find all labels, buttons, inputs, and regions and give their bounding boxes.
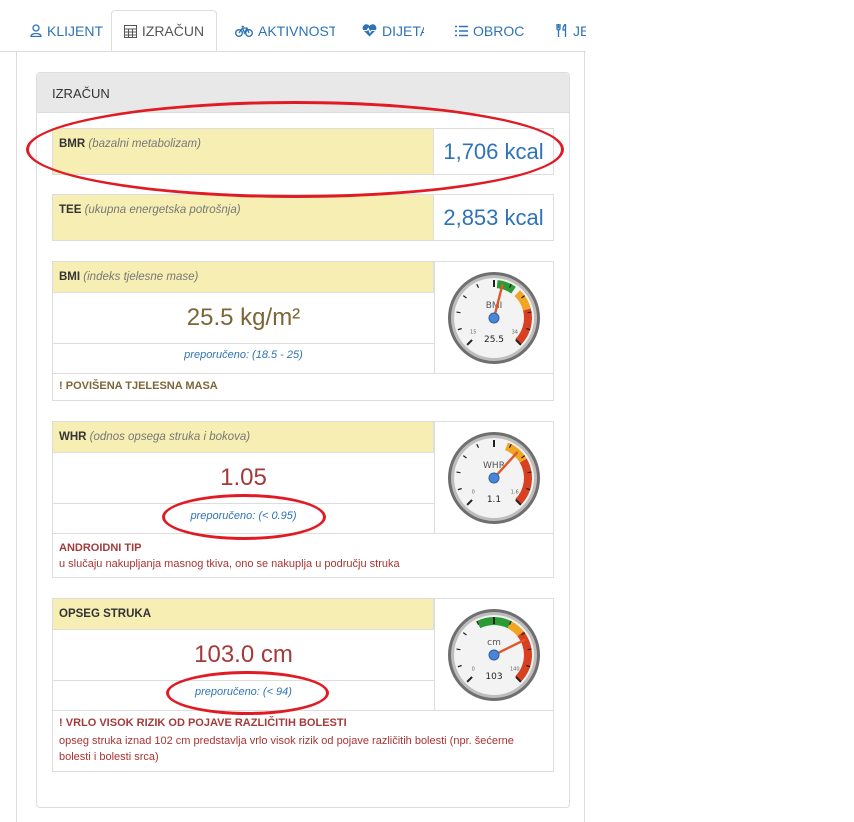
tab-klijent[interactable]: KLIJENT — [30, 10, 106, 51]
gauge-reading: 103 — [485, 672, 502, 682]
bmr-label: BMR (bazalni metabolizam) — [59, 138, 201, 150]
tab-bar: KLIJENT IZRAČUN AKTIVNOST DIJETA OBROCI … — [0, 0, 586, 52]
whr-note-title: ANDROIDNI TIP — [59, 542, 142, 554]
gauge-min-label: 0 — [472, 667, 475, 673]
whr-card: WHR (odnos opsega struka i bokova) 1.05 … — [52, 421, 554, 578]
divider — [53, 680, 434, 681]
whr-value: 1.05 — [220, 464, 267, 491]
gauge-tick — [456, 471, 461, 474]
tab-izracun[interactable]: IZRAČUN — [111, 10, 217, 52]
whr-label-cell: WHR (odnos opsega struka i bokova) — [53, 422, 434, 453]
whr-gauge: WHR0 1.61.1 — [448, 432, 540, 524]
waist-value: 103.0 cm — [194, 641, 293, 668]
tab-obroci[interactable]: OBROCI — [455, 10, 525, 51]
gauge-max-label: 1.6 — [511, 490, 519, 496]
bmi-value: 25.5 kg/m² — [186, 304, 301, 331]
gauge-hub — [488, 312, 500, 324]
divider — [434, 599, 435, 710]
list-icon — [455, 25, 468, 36]
bmi-warning: ! POVIŠENA TJELESNA MASA — [59, 380, 218, 392]
divider — [53, 373, 553, 374]
tab-aktivnost[interactable]: AKTIVNOST — [235, 10, 335, 51]
tee-value: 2,853 kcal — [443, 204, 544, 230]
divider — [53, 503, 434, 504]
cutlery-icon — [556, 24, 567, 37]
gauge-tick — [527, 471, 532, 474]
waist-card: OPSEG STRUKA 103.0 cm preporučeno: (< 94… — [52, 598, 554, 772]
gauge-tick — [456, 648, 461, 651]
tab-jela[interactable]: JELA — [556, 10, 586, 51]
gauge-max-label: 140 — [510, 667, 520, 673]
waist-note-text: opseg struka iznad 102 cm predstavlja vr… — [59, 735, 514, 763]
waist-label: OPSEG STRUKA — [59, 608, 152, 620]
gauge-reading: 25.5 — [484, 335, 504, 345]
gauge-tick — [527, 311, 532, 314]
gauge-label: BMI — [486, 301, 503, 311]
divider — [53, 343, 434, 344]
gauge-label: cm — [487, 638, 501, 648]
panel-header: IZRAČUN — [37, 73, 569, 113]
bmr-label-cell: BMR (bazalni metabolizam) — [53, 129, 434, 174]
divider — [434, 262, 435, 373]
gauge-hub — [488, 649, 500, 661]
tab-label: DIJETA — [382, 22, 424, 39]
divider — [53, 533, 553, 534]
bmi-label-cell: BMI (indeks tjelesne mase) — [53, 262, 434, 293]
heartbeat-icon — [362, 24, 377, 37]
tee-label: TEE (ukupna energetska potrošnja) — [59, 204, 241, 216]
whr-label: WHR (odnos opsega struka i bokova) — [59, 431, 251, 443]
bmi-recommended: preporučeno: (18.5 - 25) — [184, 349, 303, 361]
waist-recommended: preporučeno: (< 94) — [195, 686, 292, 698]
tab-label: IZRAČUN — [141, 23, 205, 39]
bmi-label: BMI (indeks tjelesne mase) — [59, 271, 199, 283]
waist-note-title: ! VRLO VISOK RIZIK OD POJAVE RAZLIČITIH … — [59, 717, 347, 729]
bmr-card: BMR (bazalni metabolizam) 1,706 kcal — [52, 128, 554, 175]
calculator-icon — [123, 24, 137, 38]
gauge-tick — [456, 311, 461, 314]
gauge-tick — [527, 648, 532, 651]
gauge-hub — [488, 472, 500, 484]
gauge-reading: 1.1 — [487, 495, 501, 505]
gauge-max-label: 34 — [512, 330, 518, 336]
bicycle-icon — [235, 25, 253, 37]
divider — [53, 710, 553, 711]
tab-label: JELA — [573, 22, 586, 39]
tab-dijeta[interactable]: DIJETA — [362, 10, 424, 51]
bmi-gauge: BMI 15 34 25.5 — [448, 272, 540, 364]
divider — [434, 422, 435, 533]
tee-card: TEE (ukupna energetska potrošnja) 2,853 … — [52, 194, 554, 241]
tab-label: AKTIVNOST — [258, 22, 335, 39]
tab-label: OBROCI — [473, 22, 525, 39]
tee-label-cell: TEE (ukupna energetska potrošnja) — [53, 195, 434, 240]
whr-recommended: preporučeno: (< 0.95) — [190, 510, 297, 522]
gauge-min-label: 15 — [470, 330, 476, 336]
panel-title: IZRAČUN — [52, 86, 110, 101]
waist-label-cell: OPSEG STRUKA — [53, 599, 434, 630]
gauge-min-label: 0 — [472, 490, 475, 496]
tab-label: KLIJENT — [47, 22, 104, 39]
bmi-card: BMI (indeks tjelesne mase) 25.5 kg/m² pr… — [52, 261, 554, 401]
user-icon — [30, 24, 42, 37]
whr-note-text: u slučaju nakupljanja masnog tkiva, ono … — [59, 558, 400, 570]
waist-gauge: cm 0 140 103 — [448, 609, 540, 701]
bmr-value: 1,706 kcal — [443, 138, 544, 164]
